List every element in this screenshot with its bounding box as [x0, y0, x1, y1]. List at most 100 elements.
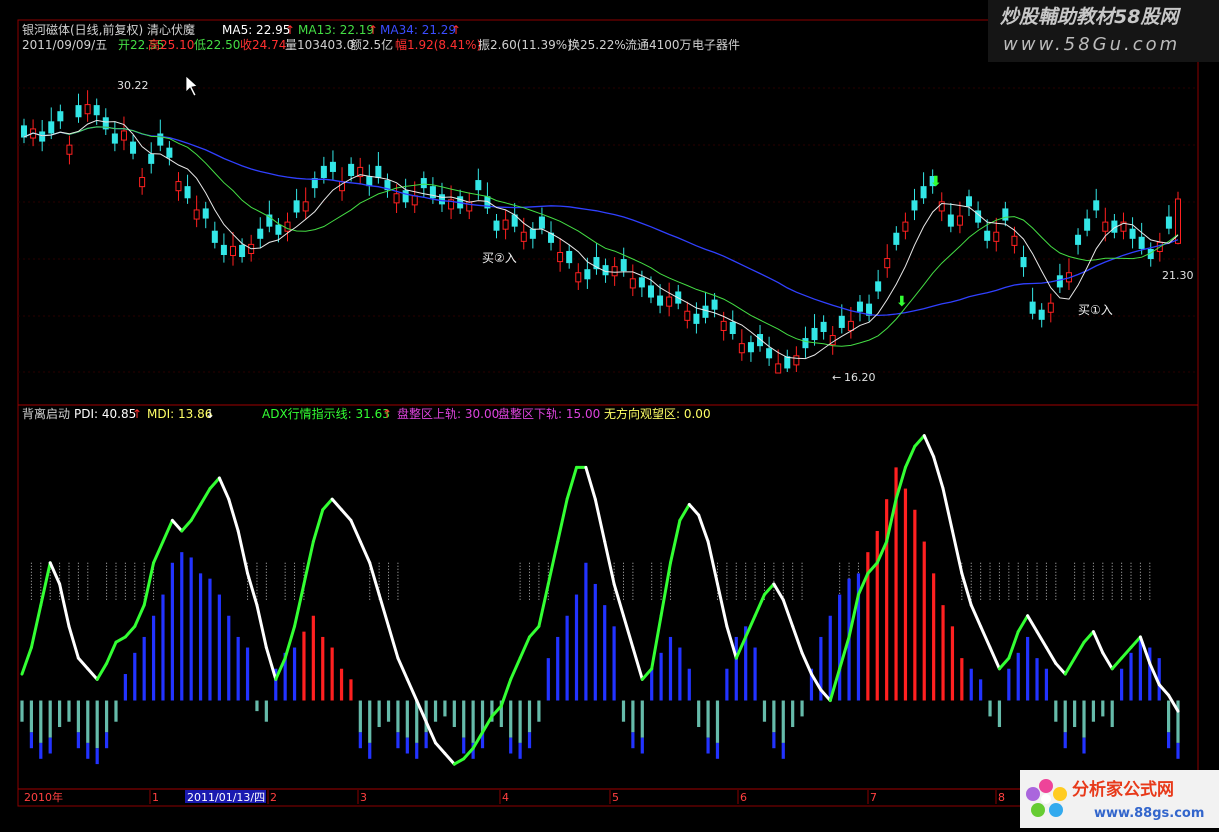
- candle-body: [75, 105, 82, 118]
- candle-body: [1165, 216, 1172, 229]
- candle-body: [620, 259, 627, 272]
- candle-body: [466, 201, 473, 212]
- pdi-bar: [142, 636, 146, 701]
- adx-segment: [434, 741, 447, 756]
- pdi-bar: [593, 583, 597, 701]
- ma13-label: MA13: 22.19: [298, 23, 374, 37]
- adx-segment: [706, 540, 719, 586]
- candle-body: [257, 228, 264, 239]
- pdi-bar: [151, 615, 156, 701]
- adx-segment: [368, 561, 381, 597]
- candle-body: [148, 153, 155, 164]
- watermark-top-title: 炒股輔助教材58股网: [1000, 6, 1181, 28]
- pdi-bar: [650, 668, 654, 701]
- ma5-label: MA5: 22.95: [222, 23, 290, 37]
- adx-segment: [29, 603, 43, 650]
- mdi-bar-tail: [772, 732, 776, 749]
- pdi-bar: [678, 647, 682, 701]
- mdi-bar-tail: [415, 742, 419, 759]
- month-label: 4: [502, 791, 509, 804]
- adx-segment: [593, 497, 607, 544]
- watermark-top-url: www.58Gu.com: [1003, 34, 1180, 55]
- adx-segment: [114, 635, 127, 644]
- timeline-year: 2010年: [24, 790, 63, 804]
- candle-body: [348, 163, 355, 177]
- bar-date: 2011/09/09/五: [22, 38, 107, 52]
- float-shares: 流通4100万: [625, 38, 692, 52]
- mdi-bar-tail: [1167, 732, 1171, 749]
- candle-body: [693, 313, 700, 324]
- mdi-bar: [104, 700, 109, 733]
- mdi-bar-tail: [368, 742, 372, 759]
- pdi-bar: [339, 668, 344, 701]
- candle-body: [557, 251, 564, 263]
- mdi-bar: [621, 700, 626, 722]
- adx-segment: [302, 540, 315, 586]
- candle-body: [202, 208, 209, 219]
- adx-segment: [556, 497, 569, 544]
- candle-body: [638, 277, 645, 288]
- adx-segment: [264, 646, 278, 681]
- neutral-zone-label: 无方向观望区: 0.00: [604, 406, 711, 421]
- candle-body: [947, 214, 954, 227]
- candle-body: [847, 320, 854, 331]
- mdi-bar-tail: [781, 742, 785, 759]
- candle-body: [475, 180, 482, 191]
- candle-body: [611, 266, 618, 277]
- mdi-bar-tail: [86, 742, 90, 759]
- adx-segment: [668, 518, 682, 565]
- ma5-line: [23, 119, 1179, 360]
- green-down-arrow-1: ⬇: [930, 174, 942, 190]
- mdi-bar: [1054, 700, 1058, 722]
- mdi-bar: [405, 700, 409, 738]
- adx-segment: [518, 635, 532, 660]
- adx-segment: [311, 508, 325, 544]
- candle-body: [702, 305, 709, 318]
- high-value: 高25.10: [148, 37, 194, 52]
- adx-segment: [293, 582, 306, 628]
- adx-segment: [161, 518, 174, 544]
- adx-segment: [1101, 651, 1114, 671]
- mdi-bar-tail: [358, 732, 362, 749]
- candle-body: [130, 141, 137, 154]
- indicator-name: 背离启动: [22, 406, 70, 421]
- adx-segment: [452, 757, 466, 766]
- candle-body: [629, 278, 636, 289]
- candle-body: [884, 258, 891, 269]
- candle-body: [493, 220, 500, 231]
- candle-body: [766, 348, 773, 359]
- low-price-label: 16.20: [844, 371, 876, 384]
- mdi-down-arrow: ↓: [205, 407, 215, 421]
- adx-segment: [170, 518, 184, 533]
- mouse-cursor-icon: [185, 75, 198, 97]
- amplitude-value: 振2.60(11.39%): [478, 38, 572, 52]
- pdi-bar: [1044, 668, 1049, 701]
- pdi-bar: [913, 509, 917, 701]
- adx-segment: [387, 624, 400, 660]
- candle-body: [793, 355, 800, 366]
- pdi-bar: [875, 530, 879, 701]
- candle-body: [111, 133, 118, 144]
- adx-segment: [922, 434, 936, 459]
- candle-body: [893, 232, 900, 245]
- mdi-bar-tail: [76, 732, 80, 749]
- month-label: 1: [152, 791, 159, 804]
- candle-body: [966, 196, 973, 207]
- adx-label: ADX行情指示线: 31.63: [262, 406, 390, 421]
- adx-segment: [236, 529, 250, 575]
- adx-segment: [565, 465, 579, 501]
- adx-segment: [753, 593, 766, 618]
- sector-label: 电子器件: [692, 38, 740, 52]
- ma13-up-arrow: ↑: [368, 23, 378, 37]
- adx-segment: [396, 656, 409, 681]
- mdi-bar-tail: [39, 742, 43, 759]
- candle-body: [956, 215, 963, 226]
- candle-body: [275, 224, 282, 235]
- mdi-bar-tail: [509, 737, 513, 754]
- adx-segment: [584, 465, 597, 501]
- candle-body: [1011, 235, 1018, 246]
- adx-segment: [321, 497, 334, 512]
- pdi-bar: [659, 652, 663, 701]
- adx-segment: [67, 624, 80, 660]
- pdi-bar: [574, 594, 579, 701]
